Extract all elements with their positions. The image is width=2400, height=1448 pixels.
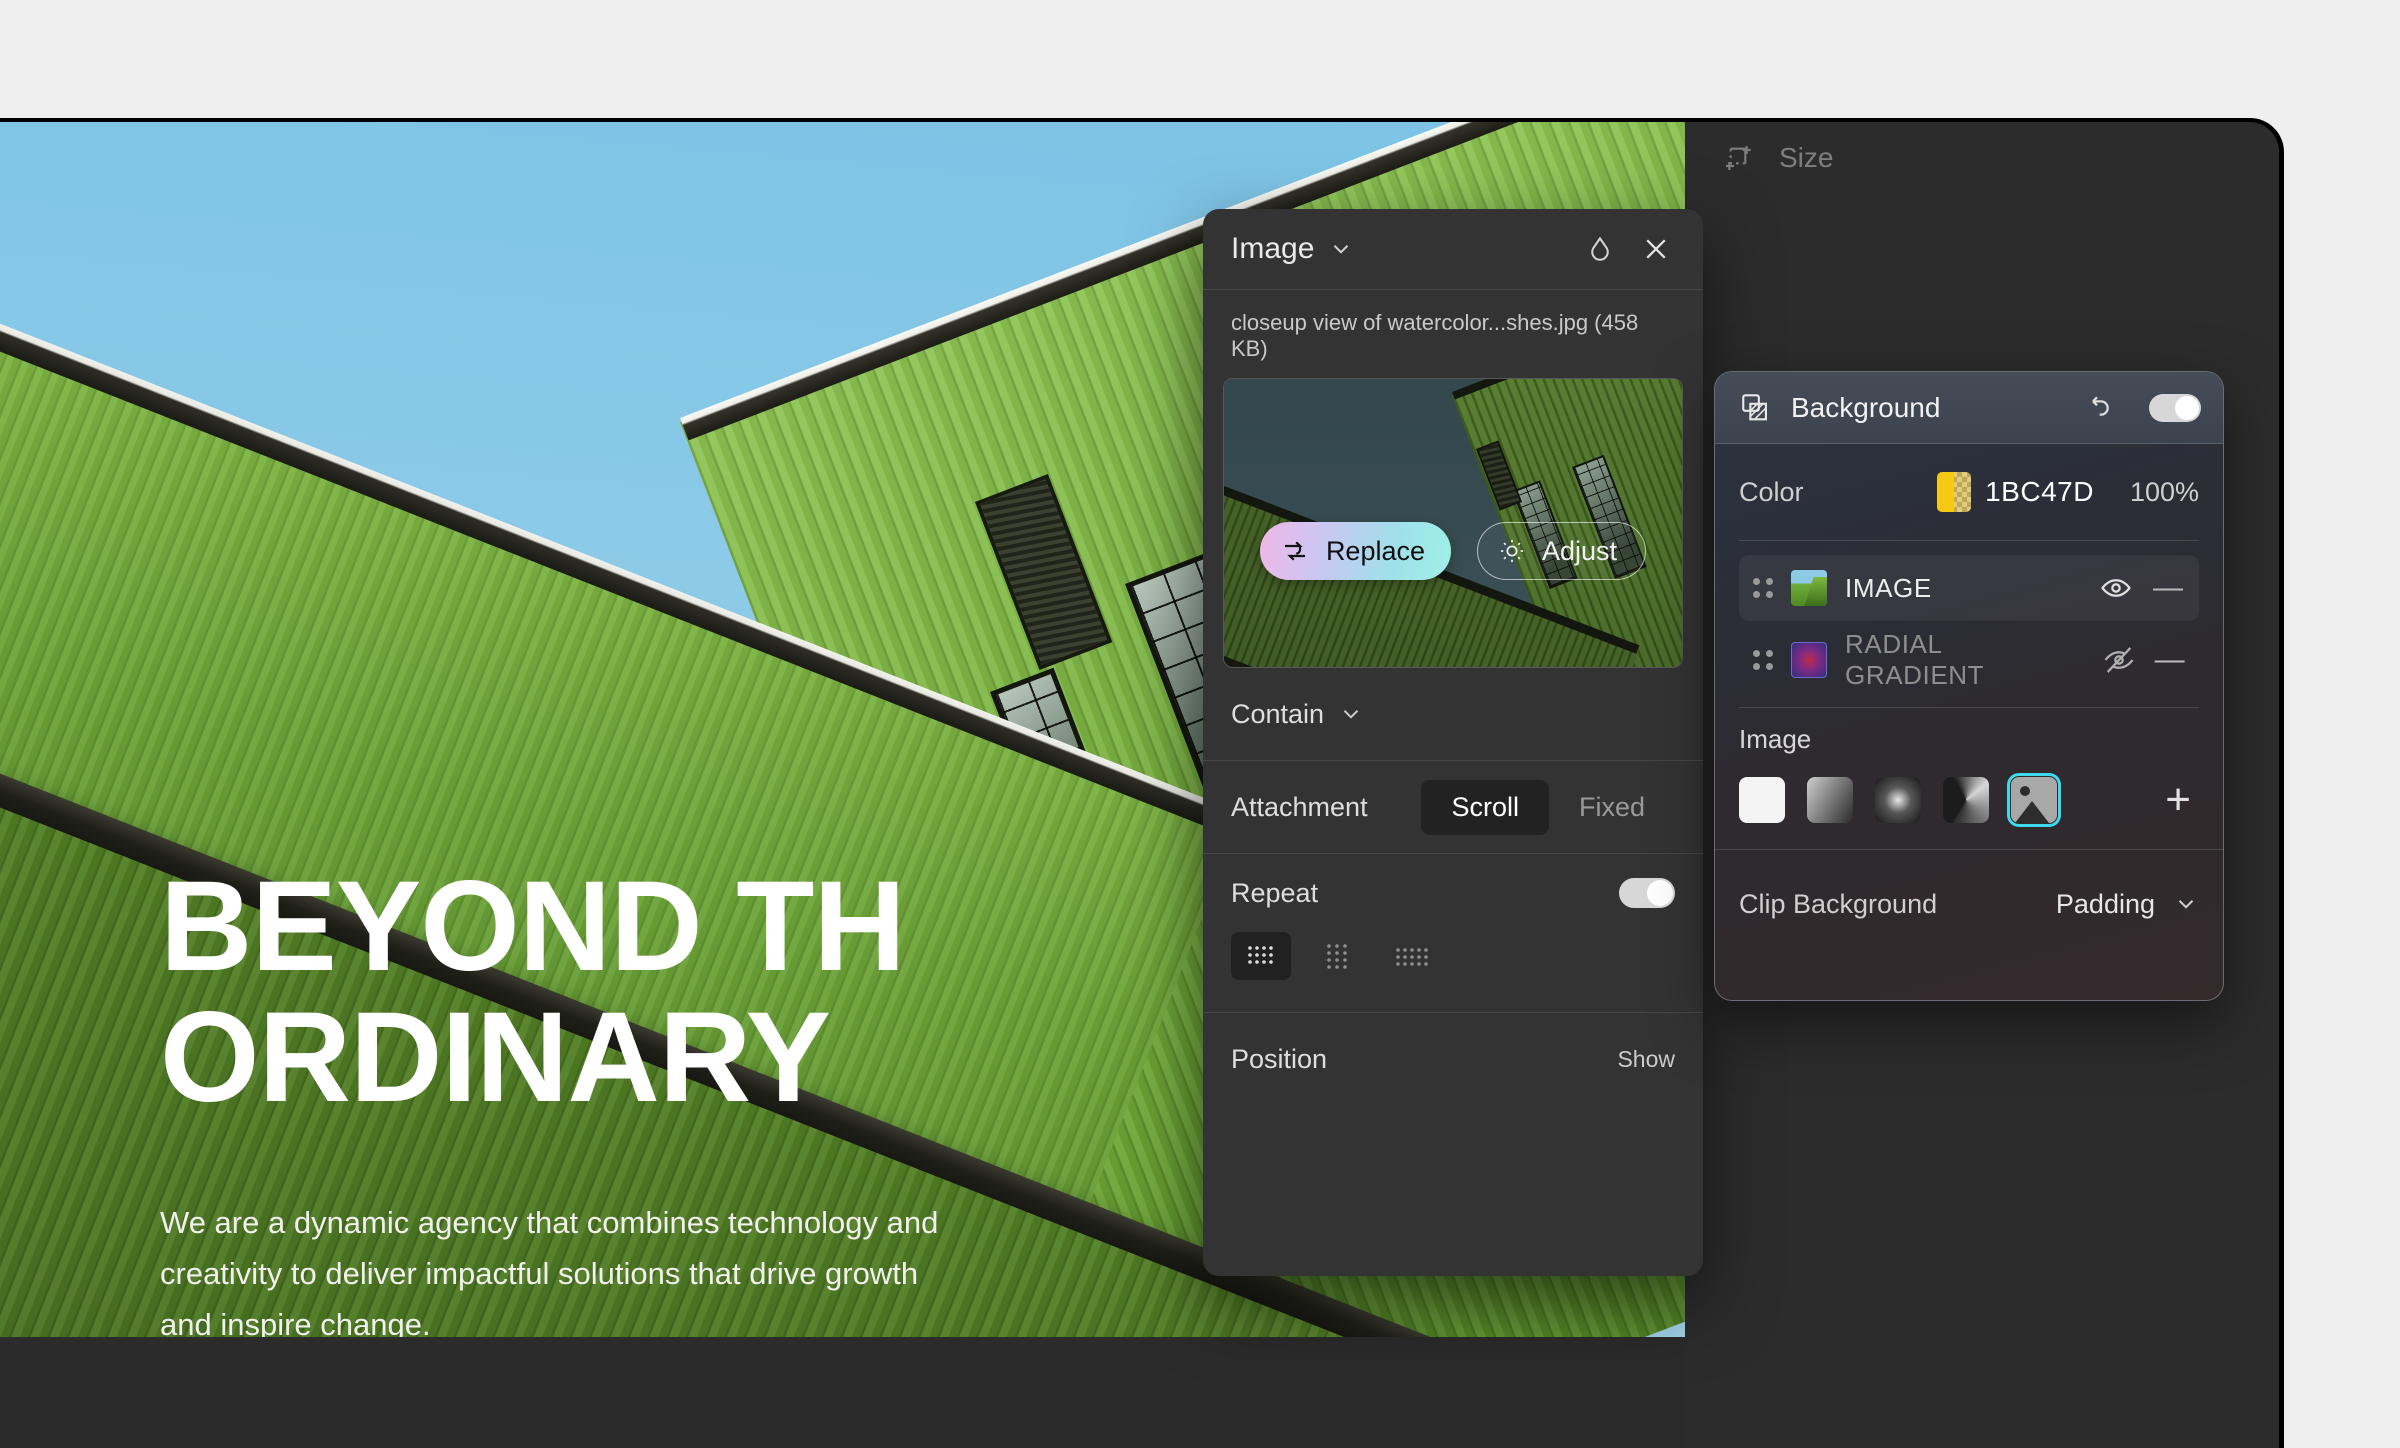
layer-item-image[interactable]: IMAGE —	[1739, 555, 2199, 621]
replace-button-label: Replace	[1325, 535, 1425, 566]
repeat-toggle[interactable]	[1619, 878, 1675, 908]
position-section: Position Show	[1203, 1013, 1703, 1105]
image-filename: closeup view of watercolor...shes.jpg (4…	[1231, 310, 1639, 361]
attachment-segmented-control[interactable]: Scroll Fixed	[1421, 779, 1675, 835]
image-section-label: Image	[1739, 724, 1812, 754]
position-label: Position	[1231, 1043, 1328, 1074]
repeat-mode-both[interactable]	[1231, 932, 1291, 980]
background-enable-toggle[interactable]	[2149, 393, 2201, 422]
sidebar-item-label: Size	[1779, 142, 1834, 173]
background-panel-body: Color 1BC47D 100% IMAGE — RADIAL GRADIEN…	[1715, 444, 2223, 849]
layer-name: IMAGE	[1845, 572, 1932, 603]
fit-value: Contain	[1231, 698, 1325, 729]
clip-background-label: Clip Background	[1739, 888, 1938, 919]
fill-type-linear-gradient[interactable]	[1807, 777, 1853, 823]
layer-item-radial-gradient[interactable]: RADIAL GRADIENT —	[1739, 627, 2199, 693]
replace-button[interactable]: Replace	[1259, 522, 1451, 580]
close-icon[interactable]	[1635, 228, 1677, 270]
repeat-row: Repeat	[1231, 854, 1675, 932]
adjust-button-label: Adjust	[1542, 535, 1618, 566]
image-preview[interactable]: Replace Adjust	[1223, 378, 1683, 668]
color-opacity-value[interactable]: 100%	[2130, 477, 2199, 508]
fill-type-solid[interactable]	[1739, 777, 1785, 823]
repeat-mode-y[interactable]	[1307, 932, 1367, 980]
attachment-option-scroll[interactable]: Scroll	[1421, 779, 1549, 835]
remove-layer-icon[interactable]: —	[2151, 571, 2185, 605]
background-panel: Background Color 1BC47D 100% IMAGE — RAD…	[1714, 371, 2224, 1001]
image-settings-panel: Image closeup view of watercolor...shes.…	[1203, 209, 1703, 1276]
background-panel-header: Background	[1715, 372, 2223, 444]
chevron-down-icon[interactable]	[1338, 701, 1364, 727]
repeat-mode-group	[1231, 932, 1675, 1012]
divider	[1739, 540, 2199, 541]
adjust-button[interactable]: Adjust	[1477, 522, 1647, 580]
droplet-icon[interactable]	[1579, 228, 1621, 270]
eye-icon[interactable]	[2099, 571, 2133, 605]
eye-off-icon[interactable]	[2102, 643, 2136, 677]
repeat-section: Repeat	[1203, 854, 1703, 1012]
color-label: Color	[1739, 476, 1804, 507]
drag-handle-icon[interactable]	[1753, 647, 1773, 673]
fill-type-conic-gradient[interactable]	[1943, 777, 1989, 823]
layer-thumbnail	[1791, 570, 1827, 606]
hero-title-line-2: ORDINARY	[160, 985, 831, 1129]
fill-type-radial-gradient[interactable]	[1875, 777, 1921, 823]
reset-icon[interactable]	[2081, 392, 2113, 424]
chevron-down-icon[interactable]	[1328, 236, 1354, 262]
clip-background-value: Padding	[2055, 888, 2155, 919]
color-row: Color 1BC47D 100%	[1739, 444, 2199, 540]
sidebar-item-size[interactable]: Size	[1723, 130, 2249, 186]
fit-row[interactable]: Contain	[1231, 668, 1675, 760]
image-panel-title: Image	[1231, 232, 1315, 265]
hero-text-block[interactable]: BEYOND TH ORDINARY We are a dynamic agen…	[160, 861, 950, 1337]
background-panel-title: Background	[1791, 391, 1941, 423]
hero-subtitle: We are a dynamic agency that combines te…	[160, 1205, 939, 1337]
clip-background-row[interactable]: Clip Background Padding	[1739, 850, 2199, 958]
layer-thumbnail	[1791, 642, 1827, 678]
clip-background-section: Clip Background Padding	[1715, 850, 2223, 958]
image-panel-header: Image	[1203, 209, 1703, 289]
chevron-down-icon[interactable]	[2173, 891, 2199, 917]
repeat-label: Repeat	[1231, 877, 1319, 908]
page-title: BEYOND TH ORDINARY	[160, 861, 950, 1129]
fill-type-group: +	[1739, 755, 2199, 849]
replace-icon	[1280, 536, 1310, 566]
remove-layer-icon[interactable]: —	[2154, 643, 2185, 677]
fit-section: Contain	[1203, 668, 1703, 760]
layer-name: RADIAL GRADIENT	[1845, 629, 1985, 690]
add-fill-button[interactable]: +	[2165, 778, 2199, 822]
attachment-label: Attachment	[1231, 791, 1368, 822]
app-window: BEYOND TH ORDINARY We are a dynamic agen…	[0, 118, 2284, 1448]
attachment-row: Attachment Scroll Fixed	[1231, 761, 1675, 853]
preview-action-buttons: Replace Adjust	[1224, 522, 1682, 580]
color-hex-value[interactable]: 1BC47D	[1985, 476, 2094, 508]
attachment-option-fixed[interactable]: Fixed	[1549, 780, 1675, 835]
brightness-icon	[1498, 537, 1526, 565]
color-swatch[interactable]	[1937, 472, 1972, 512]
size-icon	[1723, 141, 1757, 175]
fill-type-image[interactable]	[2007, 773, 2061, 827]
attachment-section: Attachment Scroll Fixed	[1203, 761, 1703, 853]
drag-handle-icon[interactable]	[1753, 575, 1773, 601]
background-layers-icon	[1739, 391, 1773, 425]
hero-title-line-1: BEYOND TH	[160, 855, 906, 998]
position-row[interactable]: Position Show	[1231, 1013, 1675, 1105]
repeat-mode-x[interactable]	[1383, 932, 1443, 980]
app-window-inner: BEYOND TH ORDINARY We are a dynamic agen…	[0, 122, 2279, 1448]
position-show-link[interactable]: Show	[1617, 1046, 1675, 1073]
